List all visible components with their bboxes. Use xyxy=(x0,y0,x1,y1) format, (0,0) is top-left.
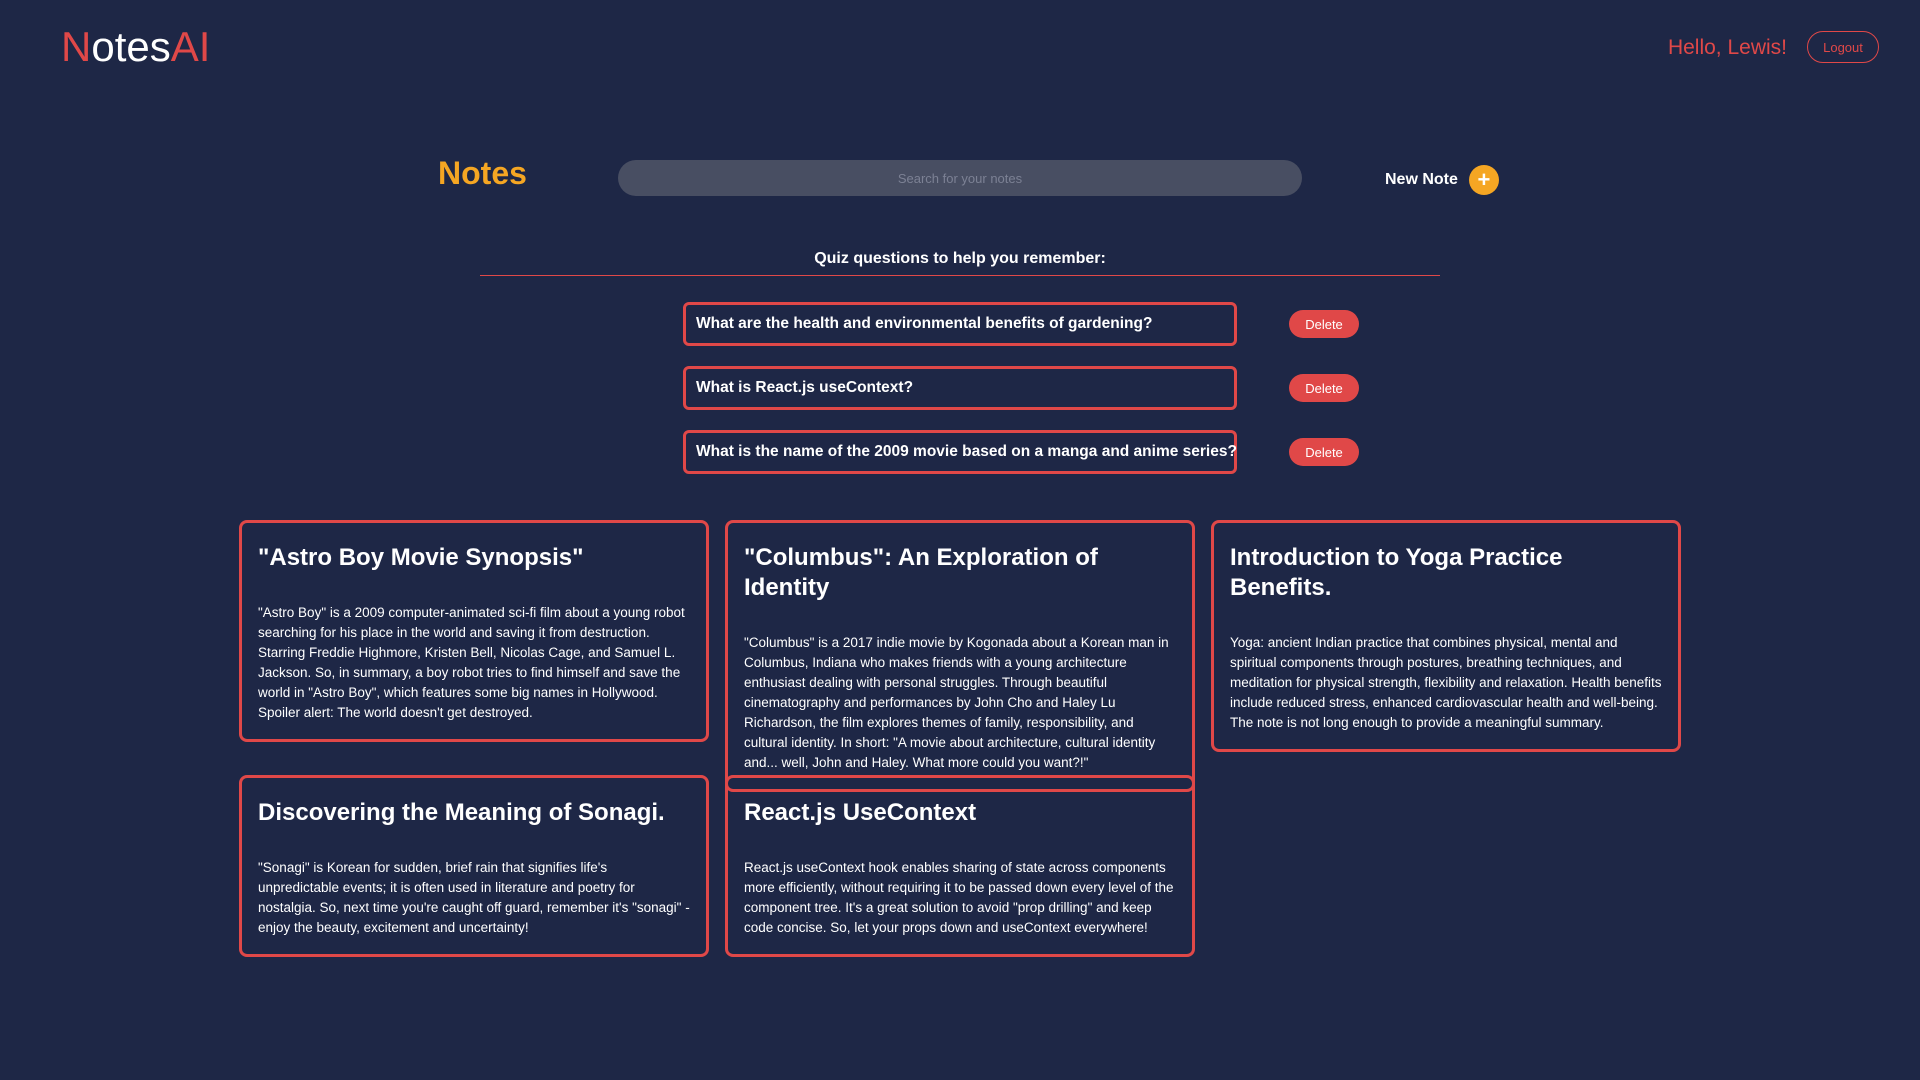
note-card[interactable]: React.js UseContext React.js useContext … xyxy=(725,775,1195,957)
page-title: Notes xyxy=(438,155,527,191)
note-body: "Sonagi" is Korean for sudden, brief rai… xyxy=(258,860,690,935)
note-card[interactable]: "Columbus": An Exploration of Identity "… xyxy=(725,520,1195,792)
quiz-row: What is React.js useContext? Delete xyxy=(683,366,1359,410)
logo-text-ai: AI xyxy=(170,23,211,70)
note-card[interactable]: Discovering the Meaning of Sonagi. "Sona… xyxy=(239,775,709,957)
new-note-label: New Note xyxy=(1385,171,1458,188)
note-body: Yoga: ancient Indian practice that combi… xyxy=(1230,635,1662,730)
quiz-row: What is the name of the 2009 movie based… xyxy=(683,430,1359,474)
logout-button[interactable]: Logout xyxy=(1807,31,1879,63)
plus-icon[interactable]: + xyxy=(1468,165,1499,195)
note-card[interactable]: "Astro Boy Movie Synopsis" "Astro Boy" i… xyxy=(239,520,709,742)
quiz-question[interactable]: What is the name of the 2009 movie based… xyxy=(683,430,1237,474)
delete-question-button[interactable]: Delete xyxy=(1289,438,1359,466)
user-greeting: Hello, Lewis! xyxy=(1667,36,1787,59)
app-logo[interactable]: NotesAI xyxy=(61,22,210,72)
search-input[interactable] xyxy=(618,160,1302,196)
quiz-section-title: Quiz questions to help you remember: xyxy=(814,250,1106,267)
note-body: React.js useContext hook enables sharing… xyxy=(744,860,1174,935)
logo-letter-n: N xyxy=(61,23,92,70)
note-title: Introduction to Yoga Practice Benefits. xyxy=(1230,544,1563,601)
quiz-question[interactable]: What are the health and environmental be… xyxy=(683,302,1237,346)
logo-text-otes: otes xyxy=(91,23,171,70)
delete-question-button[interactable]: Delete xyxy=(1289,374,1359,402)
note-title: Discovering the Meaning of Sonagi. xyxy=(258,799,665,826)
quiz-question[interactable]: What is React.js useContext? xyxy=(683,366,1237,410)
note-title: React.js UseContext xyxy=(744,799,977,826)
new-note-button[interactable]: New Note + xyxy=(1385,165,1499,195)
note-card[interactable]: Introduction to Yoga Practice Benefits. … xyxy=(1211,520,1681,752)
divider xyxy=(480,275,1440,276)
note-title: "Astro Boy Movie Synopsis" xyxy=(258,544,584,571)
quiz-row: What are the health and environmental be… xyxy=(683,302,1359,346)
note-title: "Columbus": An Exploration of Identity xyxy=(744,544,1098,601)
note-body: "Astro Boy" is a 2009 computer-animated … xyxy=(258,605,685,720)
note-body: "Columbus" is a 2017 indie movie by Kogo… xyxy=(744,635,1169,770)
delete-question-button[interactable]: Delete xyxy=(1289,310,1359,338)
